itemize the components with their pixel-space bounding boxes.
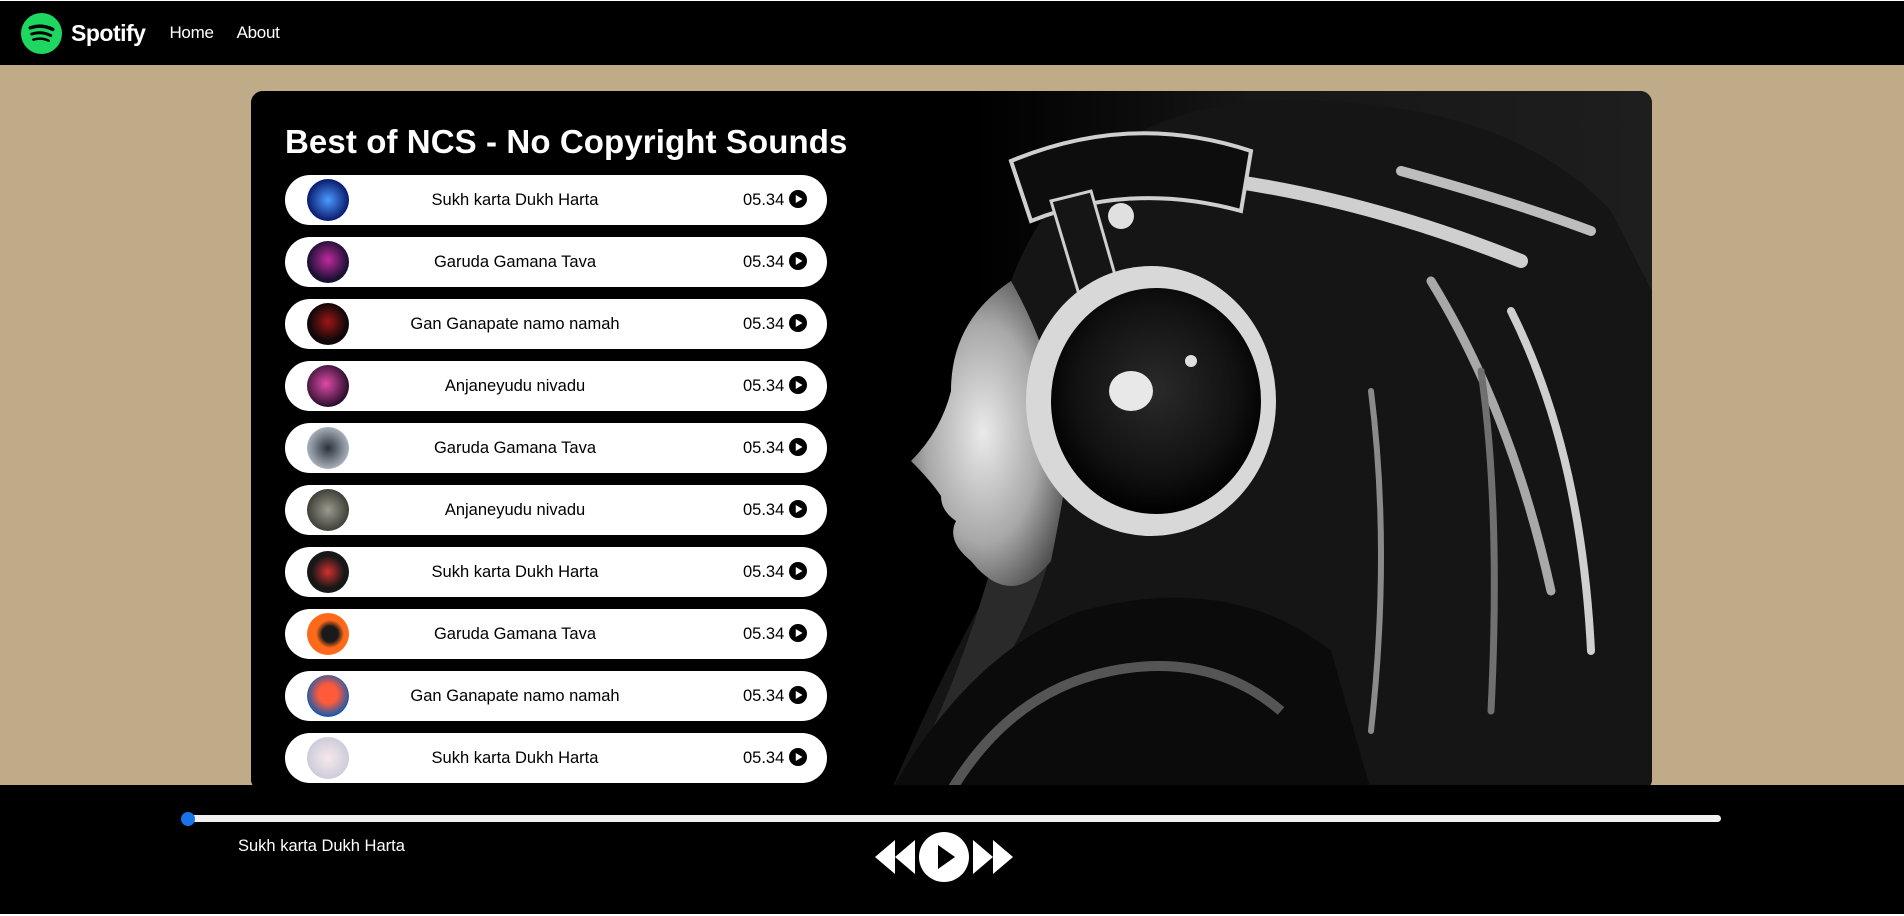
song-name: Gan Ganapate namo namah [410,315,620,333]
spotify-logo-icon[interactable] [21,12,62,54]
song-cover [307,179,349,221]
song-cover [307,427,349,469]
song-cover [307,737,349,779]
song-name: Gan Ganapate namo namah [410,687,620,705]
song-name: Anjaneyudu nivadu [444,377,586,395]
song-cover [307,613,349,655]
song-item[interactable]: Sukh karta Dukh Harta 05.34 [285,733,827,783]
song-duration: 05.34 [743,501,785,519]
page-title: Best of NCS - No Copyright Sounds [285,123,848,160]
song-cover [307,675,349,717]
song-item[interactable]: Sukh karta Dukh Harta 05.34 [285,547,827,597]
play-circle-icon[interactable] [789,562,807,580]
playlist-container: Best of NCS - No Copyright Sounds Sukh k… [251,91,1652,791]
player-bar: Sukh karta Dukh Harta [0,785,1904,914]
song-duration: 05.34 [743,439,785,457]
play-circle-icon[interactable] [789,376,807,394]
play-circle-icon[interactable] [789,686,807,704]
song-item[interactable]: Gan Ganapate namo namah 05.34 [285,299,827,349]
song-item[interactable]: Garuda Gamana Tava 05.34 [285,609,827,659]
song-cover [307,303,349,345]
page-background: Best of NCS - No Copyright Sounds Sukh k… [0,65,1904,791]
play-circle-icon[interactable] [789,624,807,642]
next-icon[interactable] [971,838,1015,876]
song-cover [307,365,349,407]
nav-link-about[interactable]: About [237,23,280,43]
song-name: Sukh karta Dukh Harta [431,191,599,209]
song-name: Garuda Gamana Tava [433,439,597,457]
song-duration: 05.34 [743,191,785,209]
now-playing-title: Sukh karta Dukh Harta [238,837,405,855]
song-item[interactable]: Garuda Gamana Tava 05.34 [285,237,827,287]
previous-icon[interactable] [873,838,917,876]
play-circle-icon[interactable] [789,748,807,766]
play-circle-icon[interactable] [789,438,807,456]
song-item[interactable]: Sukh karta Dukh Harta 05.34 [285,175,827,225]
song-cover [307,241,349,283]
song-duration: 05.34 [743,377,785,395]
play-icon[interactable] [918,831,970,883]
song-duration: 05.34 [743,749,785,767]
song-cover [307,551,349,593]
song-name: Garuda Gamana Tava [433,253,597,271]
song-duration: 05.34 [743,563,785,581]
song-duration: 05.34 [743,687,785,705]
song-name: Sukh karta Dukh Harta [431,563,599,581]
brand-name: Spotify [71,19,146,46]
play-circle-icon[interactable] [789,190,807,208]
song-name: Sukh karta Dukh Harta [431,749,599,767]
song-item[interactable]: Anjaneyudu nivadu 05.34 [285,485,827,535]
song-duration: 05.34 [743,253,785,271]
progress-bar[interactable] [181,812,1721,826]
progress-thumb[interactable] [181,812,195,826]
play-circle-icon[interactable] [789,314,807,332]
playback-controls [873,831,1015,883]
song-duration: 05.34 [743,625,785,643]
play-circle-icon[interactable] [789,500,807,518]
song-item[interactable]: Garuda Gamana Tava 05.34 [285,423,827,473]
song-duration: 05.34 [743,315,785,333]
nav-link-home[interactable]: Home [169,23,213,43]
song-name: Anjaneyudu nivadu [444,501,586,519]
song-cover [307,489,349,531]
song-item[interactable]: Anjaneyudu nivadu 05.34 [285,361,827,411]
song-name: Garuda Gamana Tava [433,625,597,643]
song-item[interactable]: Gan Ganapate namo namah 05.34 [285,671,827,721]
play-circle-icon[interactable] [789,252,807,270]
song-list: Sukh karta Dukh Harta 05.34 Garuda Gaman… [285,175,827,791]
navbar: Spotify Home About [0,1,1904,65]
